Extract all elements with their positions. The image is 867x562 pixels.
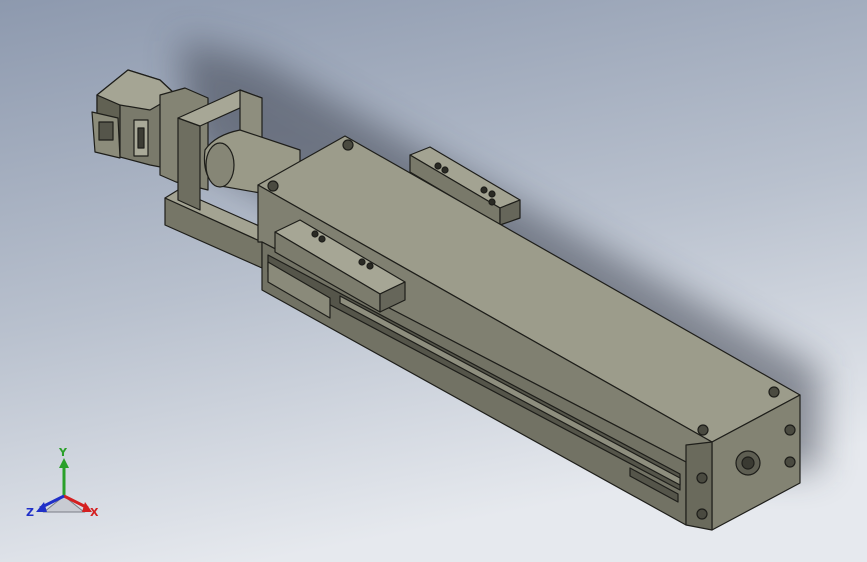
connector-icon bbox=[98, 121, 114, 141]
axis-triad[interactable]: Y X Z bbox=[22, 446, 106, 526]
carriage-hole bbox=[318, 235, 326, 243]
top-screw bbox=[768, 386, 780, 398]
top-screw bbox=[342, 139, 354, 151]
bracket-hole bbox=[441, 166, 449, 174]
housing-left-wall bbox=[177, 117, 201, 211]
end-screw bbox=[696, 508, 708, 520]
z-axis-label: Z bbox=[26, 506, 34, 519]
bracket-hole bbox=[488, 190, 496, 198]
carriage-hole bbox=[366, 262, 374, 270]
end-bore-inner bbox=[741, 456, 755, 470]
cad-viewport[interactable]: Y X Z bbox=[0, 0, 867, 562]
end-screw bbox=[696, 472, 708, 484]
bracket-hole bbox=[488, 198, 496, 206]
carriage-hole bbox=[358, 258, 366, 266]
end-screw bbox=[784, 424, 796, 436]
bracket-hole bbox=[480, 186, 488, 194]
z-arrow-icon bbox=[36, 502, 47, 512]
end-screw bbox=[784, 456, 796, 468]
top-screw bbox=[267, 180, 279, 192]
bracket-hole bbox=[434, 162, 442, 170]
coupling-bore bbox=[205, 142, 235, 188]
carriage-hole bbox=[311, 230, 319, 238]
y-axis-label: Y bbox=[58, 446, 68, 459]
x-axis-label: X bbox=[90, 506, 99, 519]
motor-slot bbox=[137, 127, 145, 149]
y-arrow-icon bbox=[59, 458, 69, 468]
top-screw bbox=[697, 424, 709, 436]
model-scene[interactable] bbox=[0, 0, 867, 562]
